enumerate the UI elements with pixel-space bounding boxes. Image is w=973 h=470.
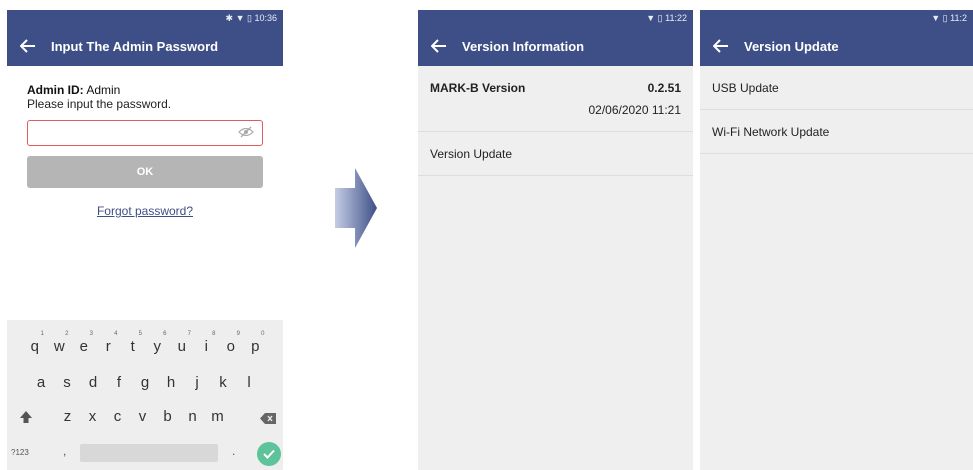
key-q-wrapper[interactable]: q1 [23, 331, 48, 355]
admin-id-value: Admin [86, 83, 121, 97]
key-hint: 5 [138, 331, 142, 337]
key-w[interactable]: w [54, 338, 65, 355]
hide-password-icon[interactable] [238, 126, 254, 141]
page-title: Version Update [744, 38, 839, 54]
status-time: 10:36 [254, 13, 277, 23]
password-input[interactable] [27, 120, 263, 146]
back-arrow-icon[interactable] [17, 36, 39, 56]
key-y-wrapper[interactable]: y6 [145, 331, 170, 355]
key-hint: 8 [212, 331, 216, 337]
key-n[interactable]: n [180, 408, 205, 425]
battery-icon: ▯ [657, 13, 663, 23]
key-c[interactable]: c [105, 408, 130, 425]
key-b[interactable]: b [155, 408, 180, 425]
key-g[interactable]: g [132, 374, 158, 391]
admin-password-screen: ✱ ▼ ▯ 10:36 Input The Admin Password Adm… [7, 10, 283, 470]
key-t[interactable]: t [131, 338, 135, 355]
wifi-icon: ▼ [646, 13, 656, 23]
keyboard-row-1: q1w2e3r4t5y6u7i8o9p0 [7, 331, 283, 355]
key-v[interactable]: v [130, 408, 155, 425]
key-r[interactable]: r [106, 338, 111, 355]
key-j[interactable]: j [184, 374, 210, 391]
keyboard-row-2: asdfghjkl [7, 374, 283, 391]
key-hint: 9 [236, 331, 240, 337]
key-x[interactable]: x [80, 408, 105, 425]
page-title: Input The Admin Password [51, 38, 219, 54]
status-bar: ▼ ▯ 11:2 [700, 10, 973, 26]
back-arrow-icon[interactable] [710, 36, 732, 56]
key-y[interactable]: y [154, 338, 162, 355]
appbar: ✱ ▼ ▯ 10:36 Input The Admin Password [7, 10, 283, 66]
key-p-wrapper[interactable]: p0 [243, 331, 268, 355]
key-u[interactable]: u [178, 338, 186, 355]
key-hint: 1 [40, 331, 44, 337]
appbar: ▼ ▯ 11:22 Version Information [418, 10, 693, 66]
admin-id-line: Admin ID: Admin [27, 83, 263, 97]
key-e[interactable]: e [80, 338, 88, 355]
version-row: MARK-B Version 0.2.51 02/06/2020 11:21 [418, 66, 693, 132]
key-i[interactable]: i [205, 338, 208, 355]
appbar: ▼ ▯ 11:2 Version Update [700, 10, 973, 66]
key-o[interactable]: o [227, 338, 235, 355]
wifi-icon: ▼ [235, 13, 245, 23]
wifi-icon: ▼ [931, 13, 941, 23]
version-label: MARK-B Version [430, 81, 526, 95]
version-update-item[interactable]: Version Update [418, 132, 693, 176]
comma-key[interactable]: , [63, 444, 66, 458]
done-check-icon[interactable] [257, 442, 281, 466]
key-f[interactable]: f [106, 374, 132, 391]
soft-keyboard: q1w2e3r4t5y6u7i8o9p0 asdfghjkl zxcvbnm ?… [7, 320, 283, 470]
key-hint: 6 [163, 331, 167, 337]
status-time: 11:22 [665, 13, 687, 23]
key-w-wrapper[interactable]: w2 [47, 331, 72, 355]
key-r-wrapper[interactable]: r4 [96, 331, 121, 355]
key-i-wrapper[interactable]: i8 [194, 331, 219, 355]
key-hint: 0 [261, 331, 265, 337]
key-s[interactable]: s [54, 374, 80, 391]
status-bar: ▼ ▯ 11:22 [418, 10, 693, 26]
key-d[interactable]: d [80, 374, 106, 391]
forgot-password-link[interactable]: Forgot password? [27, 204, 263, 218]
battery-icon: ▯ [942, 13, 948, 23]
wifi-network-update-item[interactable]: Wi-Fi Network Update [700, 110, 973, 154]
version-update-screen: ▼ ▯ 11:2 Version Update USB Update Wi-Fi… [700, 10, 973, 470]
key-a[interactable]: a [28, 374, 54, 391]
flow-arrow-icon [335, 168, 377, 253]
key-q[interactable]: q [31, 338, 39, 355]
backspace-key-icon[interactable] [260, 411, 276, 429]
back-arrow-icon[interactable] [428, 36, 450, 56]
usb-update-item[interactable]: USB Update [700, 66, 973, 110]
key-hint: 7 [187, 331, 191, 337]
shift-key-icon[interactable] [19, 410, 33, 429]
password-instruction: Please input the password. [27, 97, 172, 111]
key-hint: 4 [114, 331, 118, 337]
key-hint: 2 [65, 331, 69, 337]
key-u-wrapper[interactable]: u7 [170, 331, 195, 355]
symbols-key[interactable]: ?123 [11, 448, 29, 457]
version-date: 02/06/2020 11:21 [588, 103, 681, 117]
key-p[interactable]: p [251, 338, 259, 355]
key-t-wrapper[interactable]: t5 [121, 331, 146, 355]
page-title: Version Information [462, 38, 585, 54]
period-key[interactable]: . [232, 444, 235, 458]
key-h[interactable]: h [158, 374, 184, 391]
version-value: 0.2.51 [647, 81, 681, 95]
key-l[interactable]: l [236, 374, 262, 391]
admin-id-label: Admin ID: [27, 83, 84, 97]
ok-button[interactable]: OK [27, 156, 263, 188]
status-bar: ✱ ▼ ▯ 10:36 [7, 10, 283, 26]
key-z[interactable]: z [55, 408, 80, 425]
key-o-wrapper[interactable]: o9 [219, 331, 244, 355]
bluetooth-icon: ✱ [225, 13, 234, 23]
space-bar[interactable] [80, 444, 218, 462]
key-e-wrapper[interactable]: e3 [72, 331, 97, 355]
key-m[interactable]: m [205, 408, 230, 425]
battery-icon: ▯ [247, 13, 252, 23]
key-hint: 3 [89, 331, 93, 337]
key-k[interactable]: k [210, 374, 236, 391]
status-time: 11:2 [950, 13, 967, 23]
version-information-screen: ▼ ▯ 11:22 Version Information MARK-B Ver… [418, 10, 693, 470]
